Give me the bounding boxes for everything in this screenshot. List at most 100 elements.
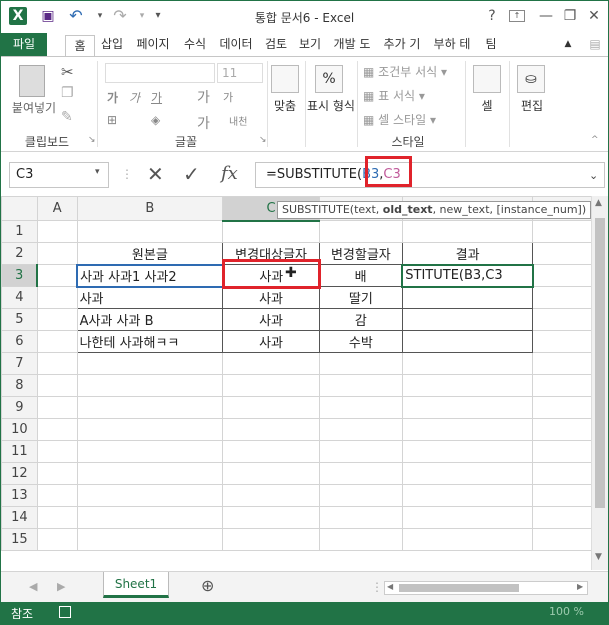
cell[interactable] — [36, 330, 78, 353]
copy-icon[interactable]: ❐ — [61, 85, 74, 101]
font-size-box[interactable]: 11 — [217, 63, 263, 83]
cell-d3[interactable]: 배 — [318, 264, 403, 287]
tab-data[interactable]: 데이터 — [213, 33, 259, 57]
add-sheet-icon[interactable]: ⊕ — [201, 576, 214, 595]
cell[interactable] — [532, 286, 593, 309]
alignment-label[interactable]: 맞춤 — [267, 97, 303, 114]
row-header[interactable]: 15 — [1, 528, 38, 551]
cancel-formula-icon[interactable]: ✕ — [147, 162, 164, 186]
cell[interactable] — [36, 242, 78, 265]
scroll-down-icon[interactable]: ▼ — [595, 552, 602, 562]
cell-c6[interactable]: 사과 — [222, 330, 320, 353]
select-all-corner[interactable] — [1, 196, 38, 221]
row-header[interactable]: 7 — [1, 352, 38, 375]
next-sheet-icon[interactable]: ▶ — [57, 580, 65, 593]
tab-developer[interactable]: 개발 도 — [327, 33, 377, 57]
font-color-button[interactable]: 가 — [197, 113, 210, 133]
cell-d6[interactable]: 수박 — [318, 330, 403, 353]
macro-record-icon[interactable] — [59, 606, 71, 618]
expand-formula-icon[interactable]: ⌄ — [589, 169, 598, 182]
paste-label[interactable]: 붙여넣기 — [7, 99, 61, 116]
vertical-scrollbar[interactable]: ▲ ▼ — [591, 196, 608, 570]
tab-insert[interactable]: 삽입 — [95, 33, 129, 57]
minimize-icon[interactable]: — — [537, 7, 555, 25]
col-header-a[interactable]: A — [36, 196, 78, 221]
cell-b3[interactable]: 사과 사과1 사과2 — [76, 263, 224, 288]
cell-d4[interactable]: 딸기 — [318, 286, 403, 309]
row-header[interactable]: 10 — [1, 418, 38, 441]
underline-button[interactable]: 가 — [151, 89, 162, 106]
tab-formulas[interactable]: 수식 — [177, 33, 213, 57]
row-header[interactable]: 14 — [1, 506, 38, 529]
cell-b6[interactable]: 나한테 사과해ㅋㅋ — [76, 330, 224, 353]
row-header[interactable]: 3 — [1, 264, 39, 287]
paste-icon[interactable] — [19, 65, 45, 97]
scroll-right-icon[interactable]: ▶ — [577, 582, 583, 591]
tab-home[interactable]: 홈 — [65, 35, 95, 58]
bold-button[interactable]: 가 — [107, 89, 118, 106]
phonetic-button[interactable]: 내천 — [229, 113, 247, 128]
format-as-table-button[interactable]: ▦ 표 서식 ▾ — [363, 87, 425, 104]
cells-label[interactable]: 셀 — [469, 97, 505, 114]
cell[interactable] — [36, 264, 78, 287]
ribbon-options-icon[interactable]: ▲ — [561, 33, 575, 57]
insert-function-icon[interactable]: fx — [221, 163, 238, 184]
prev-sheet-icon[interactable]: ◀ — [29, 580, 37, 593]
zoom-level[interactable]: 100 % — [549, 605, 584, 618]
row-header[interactable]: 2 — [1, 242, 38, 265]
cell-e3-active[interactable]: STITUTE(B3,C3 — [401, 263, 534, 288]
border-button[interactable]: ⊞ — [107, 113, 117, 127]
name-box-dropdown-icon[interactable]: ▾ — [95, 167, 100, 177]
ribbon-display-options-icon[interactable]: ↑ — [509, 10, 525, 22]
cell[interactable] — [532, 264, 593, 287]
scroll-thumb[interactable] — [595, 218, 605, 508]
help-icon[interactable]: ? — [483, 7, 501, 25]
cell[interactable] — [532, 242, 593, 265]
cell[interactable] — [36, 220, 78, 243]
row-header[interactable]: 1 — [1, 220, 38, 243]
format-painter-icon[interactable]: ✎ — [61, 109, 73, 125]
row-header[interactable]: 4 — [1, 286, 38, 309]
hscroll-thumb[interactable] — [399, 584, 519, 592]
row-header[interactable]: 11 — [1, 440, 38, 463]
name-box[interactable]: C3 — [9, 162, 109, 188]
cell-b4[interactable]: 사과 — [76, 286, 224, 309]
tab-review[interactable]: 검토 — [259, 33, 293, 57]
fill-color-button[interactable]: ◈ — [151, 113, 160, 127]
header-cell-result[interactable]: 결과 — [401, 242, 534, 265]
cells-icon[interactable] — [473, 65, 501, 93]
cell-e5[interactable] — [401, 308, 534, 331]
find-binoculars-icon[interactable]: ⛀ — [517, 65, 545, 93]
cut-icon[interactable]: ✂ — [61, 63, 74, 81]
search-icon[interactable]: ▤ — [587, 33, 603, 57]
font-launcher-icon[interactable]: ↘ — [259, 135, 267, 145]
restore-icon[interactable]: ❐ — [561, 7, 579, 25]
shrink-font-button[interactable]: 가 — [223, 89, 233, 105]
cell[interactable] — [76, 220, 224, 243]
cell[interactable] — [222, 220, 320, 243]
cell-e6[interactable] — [401, 330, 534, 353]
cell[interactable] — [532, 220, 593, 243]
row-header[interactable]: 5 — [1, 308, 38, 331]
cell-b5[interactable]: A사과 사과 B — [76, 308, 224, 331]
alignment-icon[interactable] — [271, 65, 299, 93]
function-tooltip[interactable]: SUBSTITUTE(text, old_text, new_text, [in… — [277, 201, 592, 219]
header-cell-new-text[interactable]: 변경할글자 — [318, 242, 403, 265]
sheet-tab-sheet1[interactable]: Sheet1 — [103, 572, 169, 598]
header-cell-original[interactable]: 원본글 — [76, 242, 224, 265]
row-header[interactable]: 12 — [1, 462, 38, 485]
cell[interactable] — [318, 220, 403, 243]
cell-e4[interactable] — [401, 286, 534, 309]
row-header[interactable]: 6 — [1, 330, 38, 353]
tab-view[interactable]: 보기 — [293, 33, 327, 57]
collapse-ribbon-icon[interactable]: ^ — [591, 135, 599, 145]
tab-load-test[interactable]: 부하 테 — [427, 33, 477, 57]
cell-c4[interactable]: 사과 — [222, 286, 320, 309]
cell[interactable] — [532, 330, 593, 353]
enter-formula-icon[interactable]: ✓ — [183, 162, 200, 186]
cell-c5[interactable]: 사과 — [222, 308, 320, 331]
row-header[interactable]: 13 — [1, 484, 38, 507]
row-header[interactable]: 8 — [1, 374, 38, 397]
horizontal-scrollbar[interactable]: ◀ ▶ — [384, 581, 588, 595]
percent-icon[interactable]: % — [315, 65, 343, 93]
